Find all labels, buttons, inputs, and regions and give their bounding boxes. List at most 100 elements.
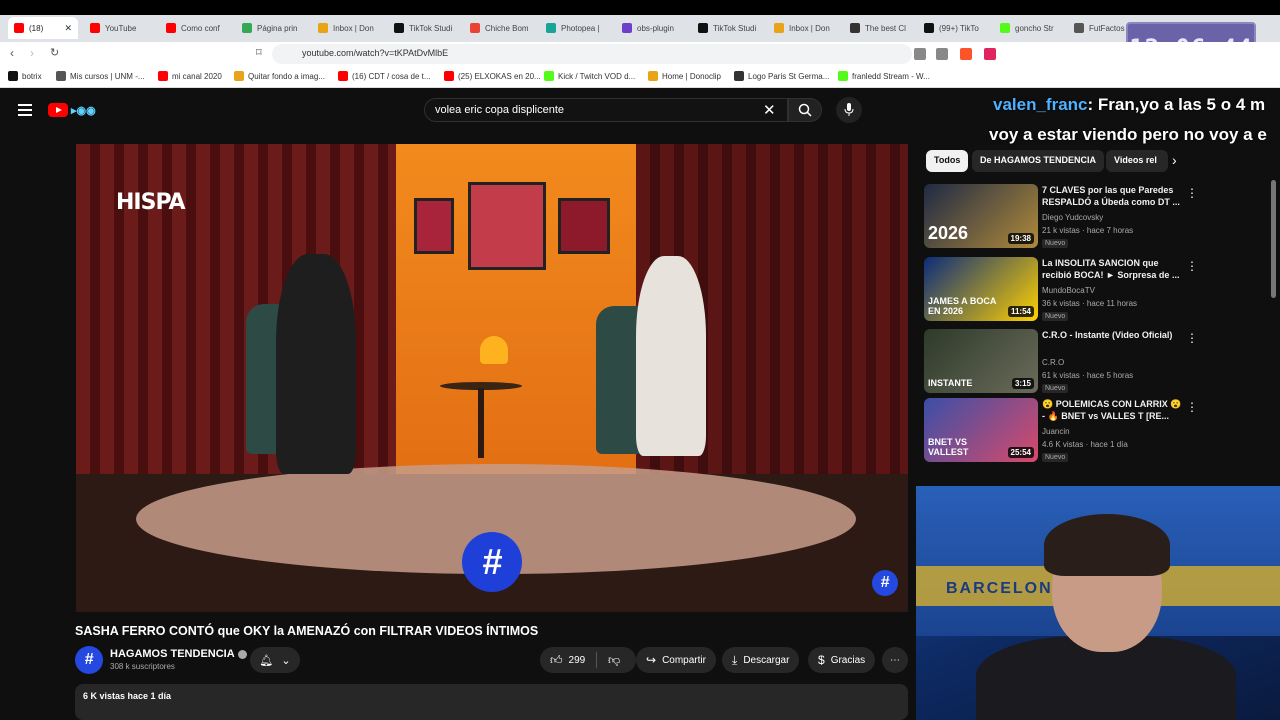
filter-chip[interactable]: Videos rel — [1106, 150, 1168, 172]
tab-favicon-icon — [90, 23, 100, 33]
sidebar-scrollbar[interactable] — [1271, 180, 1276, 298]
video-thumbnail[interactable]: INSTANTE 3:15 — [924, 329, 1038, 393]
browser-tab[interactable]: TikTok Studi — [388, 17, 460, 39]
more-icon: ⋯ — [890, 654, 900, 666]
share-page-icon[interactable] — [936, 48, 948, 60]
more-vert-icon[interactable]: ⋮ — [1186, 259, 1198, 273]
description-box[interactable] — [75, 684, 908, 720]
video-duration: 3:15 — [1011, 378, 1034, 389]
more-vert-icon[interactable]: ⋮ — [1186, 186, 1198, 200]
recommended-video[interactable]: INSTANTE 3:15 C.R.O - Instante (Video Ofic… — [924, 329, 1198, 393]
coffee-table-leg — [478, 388, 484, 458]
rewards-icon[interactable] — [984, 48, 996, 60]
channel-name-text[interactable]: HAGAMOS TENDENCIA — [110, 648, 235, 660]
tab-label: (18) — [29, 23, 44, 33]
close-tab-icon[interactable]: ✕ — [64, 23, 72, 34]
notifications-button[interactable]: 🔔︎ ⌄ — [250, 647, 300, 673]
bookmark-item[interactable]: (25) ELXOKAS en 20... — [444, 71, 541, 81]
youtube-logo[interactable]: ▸◉◉ — [48, 102, 116, 118]
recommended-video[interactable]: JAMES A BOCA EN 2026 11:54 La INSOLITA SAN… — [924, 257, 1198, 321]
more-vert-icon[interactable]: ⋮ — [1186, 331, 1198, 345]
bookmark-item[interactable]: Logo Paris St Germa... — [734, 71, 829, 81]
download-button[interactable]: ⤓ Descargar — [722, 647, 800, 673]
browser-tab[interactable]: goncho Str — [994, 17, 1066, 39]
like-divider — [596, 652, 597, 668]
back-icon[interactable]: ‹ — [10, 46, 14, 60]
browser-tab[interactable]: TikTok Studi — [692, 17, 764, 39]
browser-tab[interactable]: Como conf — [160, 17, 232, 39]
recommended-title[interactable]: 7 CLAVES por las que Paredes RESPALDÓ a … — [1042, 184, 1182, 208]
chat-text: : Fran,yo a las 5 o 4 m — [1087, 95, 1266, 114]
recommended-title[interactable]: 😮 POLEMICAS CON LARRIX 😮 - 🔥 BNET vs VAL… — [1042, 398, 1182, 422]
like-count: 299 — [568, 654, 586, 666]
forward-icon[interactable]: › — [30, 46, 34, 60]
recommended-title[interactable]: C.R.O - Instante (Video Oficial) — [1042, 329, 1182, 341]
bookmark-label: mi canal 2020 — [172, 71, 222, 81]
bookmark-item[interactable]: Mis cursos | UNM -... — [56, 71, 145, 81]
browser-tab[interactable]: YouTube — [84, 17, 156, 39]
recommended-channel[interactable]: Juancin — [1042, 427, 1070, 436]
share-button[interactable]: ↪ Compartir — [636, 647, 716, 673]
filter-chip[interactable]: De HAGAMOS TENDENCIA — [972, 150, 1105, 172]
browser-tab[interactable]: Inbox | Don — [312, 17, 384, 39]
new-badge: Nuevo — [1042, 239, 1069, 248]
reload-icon[interactable]: ↻ — [50, 46, 59, 59]
recommended-channel[interactable]: Diego Yudcovsky — [1042, 213, 1103, 222]
channel-watermark-icon[interactable]: # — [872, 570, 898, 596]
browser-tab[interactable]: FutFactos — [1068, 17, 1140, 39]
menu-icon[interactable] — [18, 104, 32, 116]
person-left — [276, 254, 356, 474]
recommended-video[interactable]: 2026 19:38 7 CLAVES por las que Paredes RE… — [924, 184, 1198, 248]
channel-avatar[interactable]: # — [75, 646, 103, 674]
more-vert-icon[interactable]: ⋮ — [1186, 400, 1198, 414]
video-thumbnail[interactable]: 2026 19:38 — [924, 184, 1038, 248]
browser-tab[interactable]: Photopea | — [540, 17, 612, 39]
recommended-title[interactable]: La INSOLITA SANCION que recibió BOCA! ► … — [1042, 257, 1182, 281]
browser-tab[interactable]: (99+) TikTo — [918, 17, 990, 39]
bookmark-icon[interactable]: ⌑ — [256, 46, 262, 59]
voice-search-button[interactable] — [836, 97, 862, 123]
bookmark-item[interactable]: Home | Donoclip — [648, 71, 721, 81]
share-label: Compartir — [662, 654, 706, 666]
channel-name[interactable]: HAGAMOS TENDENCIA — [110, 648, 247, 660]
browser-tab[interactable]: (18) ✕ — [8, 17, 78, 39]
search-button[interactable] — [788, 98, 822, 122]
recommended-channel[interactable]: MundoBocaTV — [1042, 286, 1095, 295]
tab-favicon-icon — [774, 23, 784, 33]
browser-tab[interactable]: Chiche Bom — [464, 17, 536, 39]
recommended-channel[interactable]: C.R.O — [1042, 358, 1064, 367]
browser-tab[interactable]: The best Cl — [844, 17, 916, 39]
tab-label: Photopea | — [561, 23, 600, 33]
bookmark-item[interactable]: Quitar fondo a imag... — [234, 71, 325, 81]
bookmark-label: botrix — [22, 71, 42, 81]
cast-icon[interactable] — [914, 48, 926, 60]
more-actions-button[interactable]: ⋯ — [882, 647, 908, 673]
video-player[interactable]: HISPA # # — [76, 144, 908, 612]
bookmark-item[interactable]: mi canal 2020 — [158, 71, 222, 81]
video-thumbnail[interactable]: JAMES A BOCA EN 2026 11:54 — [924, 257, 1038, 321]
filter-chip[interactable]: Todos — [926, 150, 969, 172]
bookmark-item[interactable]: Kick / Twitch VOD d... — [544, 71, 635, 81]
bookmark-favicon-icon — [234, 71, 244, 81]
video-thumbnail[interactable]: BNET VS VALLEST 25:54 — [924, 398, 1038, 462]
thanks-button[interactable]: $ Gracias — [808, 647, 876, 673]
brave-shield-icon[interactable] — [960, 48, 972, 60]
chat-username: valen_franc — [993, 95, 1088, 114]
new-badge: Nuevo — [1042, 453, 1069, 462]
clear-search-icon[interactable]: ✕ — [763, 101, 776, 119]
bookmark-item[interactable]: franledd Stream - W... — [838, 71, 930, 81]
url-field[interactable]: youtube.com/watch?v=tKPAtDvMlbE — [272, 44, 912, 64]
browser-tab[interactable]: Página prin — [236, 17, 308, 39]
dislike-button[interactable]: 👎︎ — [598, 647, 630, 673]
recommended-video[interactable]: BNET VS VALLEST 25:54 😮 POLEMICAS CON LARR… — [924, 398, 1198, 462]
download-label: Descargar — [743, 654, 790, 666]
browser-tab[interactable]: Inbox | Don — [768, 17, 840, 39]
search-input[interactable]: volea eric copa displicente — [424, 98, 788, 122]
like-button[interactable]: 👍︎ 299 — [540, 647, 595, 673]
chips-next-icon[interactable]: › — [1172, 152, 1177, 168]
recommended-meta: 4.6 K vistas · hace 1 día — [1042, 440, 1128, 449]
wall-art-left — [414, 198, 454, 254]
bookmark-item[interactable]: (16) CDT / cosa de t... — [338, 71, 431, 81]
browser-tab[interactable]: obs-plugin — [616, 17, 688, 39]
bookmark-item[interactable]: botrix — [8, 71, 42, 81]
